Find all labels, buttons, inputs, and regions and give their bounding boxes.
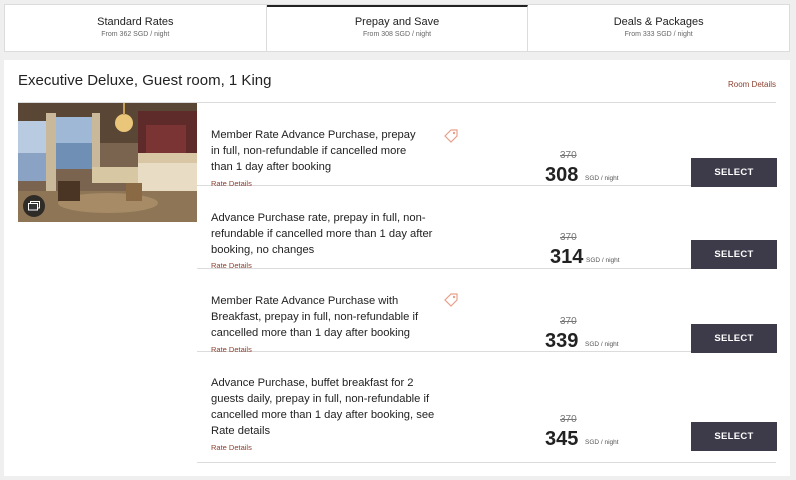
- tab-subtitle: From 308 SGD / night: [362, 31, 432, 38]
- gallery-icon: [28, 201, 40, 211]
- original-price: 370: [560, 316, 577, 327]
- original-price: 370: [560, 150, 577, 161]
- rate-description-line: than 1 day after booking: [211, 161, 332, 173]
- rate-description: Member Rate Advance Purchase with Breakf…: [211, 293, 456, 341]
- tab-subtitle: From 333 SGD / night: [624, 31, 693, 38]
- tab-standard-rates[interactable]: Standard Rates From 362 SGD / night: [5, 5, 267, 51]
- tab-deals-and-packages[interactable]: Deals & Packages From 333 SGD / night: [528, 5, 789, 51]
- select-rate-button[interactable]: SELECT: [691, 422, 777, 451]
- rate-description-line: Member Rate Advance Purchase, prepay: [211, 129, 416, 141]
- tab-title: Standard Rates: [97, 16, 174, 28]
- rate-category-tabs: Standard Rates From 362 SGD / night Prep…: [4, 4, 790, 52]
- price-unit: SGD / night: [586, 257, 620, 264]
- price-unit: SGD / night: [585, 175, 619, 182]
- rate-description: Advance Purchase, buffet breakfast for 2…: [211, 375, 456, 439]
- rate-description-line: Breakfast, prepay in full, non-refundabl…: [211, 311, 419, 323]
- tab-prepay-and-save[interactable]: Prepay and Save From 308 SGD / night: [266, 5, 529, 51]
- room-card: Executive Deluxe, Guest room, 1 King Roo…: [4, 60, 790, 476]
- member-tag-icon: [444, 129, 458, 143]
- room-photo[interactable]: [18, 103, 197, 222]
- rate-option: Member Rate Advance Purchase, prepay in …: [197, 103, 777, 188]
- price: 308: [545, 164, 579, 186]
- tab-subtitle: From 362 SGD / night: [101, 31, 170, 38]
- rate-option: Member Rate Advance Purchase with Breakf…: [197, 269, 777, 354]
- rate-description-line: Rate details: [211, 425, 271, 437]
- rate-details-link[interactable]: Rate Details: [211, 443, 252, 452]
- member-tag-icon: [444, 293, 458, 307]
- room-details-link[interactable]: Room Details: [728, 80, 776, 89]
- rate-description-line: cancelled more than 1 day after booking,…: [211, 409, 435, 421]
- tab-title: Deals & Packages: [613, 16, 704, 28]
- rate-description: Member Rate Advance Purchase, prepay in …: [211, 127, 456, 175]
- rate-description-line: booking, no changes: [211, 244, 315, 256]
- rate-description-line: Member Rate Advance Purchase with: [211, 295, 399, 307]
- price-unit: SGD / night: [585, 341, 619, 348]
- rate-description-line: cancelled more than 1 day after booking: [211, 327, 411, 339]
- price: 314: [550, 246, 584, 268]
- original-price: 370: [560, 414, 577, 425]
- rate-option: Advance Purchase rate, prepay in full, n…: [197, 186, 777, 270]
- room-title: Executive Deluxe, Guest room, 1 King: [18, 72, 272, 89]
- rate-description-line: in full, non-refundable if cancelled mor…: [211, 145, 407, 157]
- price-unit: SGD / night: [585, 439, 619, 446]
- rate-description-line: refundable if cancelled more than 1 day …: [211, 228, 433, 240]
- rate-description-line: Advance Purchase, buffet breakfast for 2: [211, 377, 414, 389]
- photo-gallery-button[interactable]: [23, 195, 45, 217]
- rate-option: Advance Purchase, buffet breakfast for 2…: [197, 352, 777, 463]
- rate-description: Advance Purchase rate, prepay in full, n…: [211, 210, 456, 258]
- price: 345: [545, 428, 579, 450]
- rate-description-line: Advance Purchase rate, prepay in full, n…: [211, 212, 426, 224]
- price: 339: [545, 330, 579, 352]
- select-rate-button[interactable]: SELECT: [691, 158, 777, 187]
- original-price: 370: [560, 232, 577, 243]
- select-rate-button[interactable]: SELECT: [691, 324, 777, 353]
- tab-title: Prepay and Save: [354, 16, 440, 28]
- rate-description-line: guests daily, prepay in full, non-refund…: [211, 393, 430, 405]
- select-rate-button[interactable]: SELECT: [691, 240, 777, 269]
